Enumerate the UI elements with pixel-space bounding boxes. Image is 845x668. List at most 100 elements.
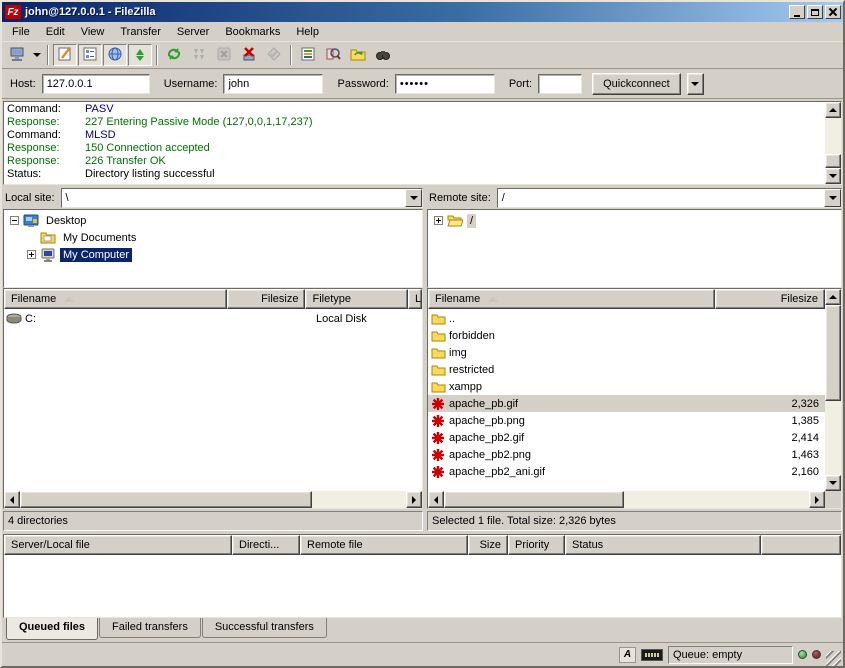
port-input[interactable] [538, 74, 582, 94]
file-row[interactable]: apache_pb2_ani.gif2,160 [428, 463, 825, 480]
column-header-direction[interactable]: Directi... [232, 535, 300, 555]
column-label: Filename [11, 293, 56, 305]
column-header-filetype[interactable]: Filetype [305, 289, 408, 309]
column-header-filename[interactable]: Filename [428, 289, 715, 309]
menu-server[interactable]: Server [169, 24, 217, 40]
menu-transfer[interactable]: Transfer [112, 24, 169, 40]
file-row[interactable]: apache_pb2.gif2,414 [428, 429, 825, 446]
ascii-data-type-icon[interactable]: A [619, 647, 636, 663]
remote-tree[interactable]: / [427, 209, 842, 288]
site-manager-dropdown-button[interactable] [30, 44, 43, 66]
column-header-last-modified[interactable]: L [408, 289, 422, 309]
local-file-list: Filename Filesize Filetype L C: Local Di… [3, 288, 423, 509]
log-vertical-scrollbar[interactable] [825, 102, 841, 184]
scroll-left-button[interactable] [4, 491, 20, 508]
refresh-button[interactable] [162, 44, 186, 66]
menu-view[interactable]: View [73, 24, 113, 40]
column-header-filename[interactable]: Filename [4, 289, 227, 309]
password-input[interactable]: •••••• [395, 74, 495, 94]
site-manager-button[interactable] [5, 44, 29, 66]
remote-horizontal-scrollbar[interactable] [428, 491, 825, 508]
remote-site-combo[interactable]: / [497, 188, 842, 208]
tree-item-my-computer[interactable]: My Computer [6, 246, 422, 263]
log-label: Response: [7, 155, 85, 168]
tab-queued-files[interactable]: Queued files [6, 618, 98, 640]
file-row[interactable]: restricted [428, 361, 825, 378]
directory-filter-icon [300, 46, 316, 65]
cancel-button[interactable] [212, 44, 236, 66]
column-header-priority[interactable]: Priority [508, 535, 565, 555]
menu-help[interactable]: Help [288, 24, 327, 40]
message-log-icon [57, 46, 73, 65]
host-input[interactable]: 127.0.0.1 [42, 74, 150, 94]
menu-edit[interactable]: Edit [38, 24, 73, 40]
column-header-filesize[interactable]: Filesize [227, 289, 306, 309]
tree-item-my-documents[interactable]: My Documents [6, 229, 422, 246]
scroll-down-button[interactable] [825, 475, 841, 491]
scrollbar-thumb[interactable] [444, 491, 624, 508]
file-row[interactable]: xampp [428, 378, 825, 395]
file-row[interactable]: apache_pb2.png1,463 [428, 446, 825, 463]
scroll-up-button[interactable] [825, 289, 841, 305]
title-bar[interactable]: Fz john@127.0.0.1 - FileZilla [2, 2, 843, 22]
file-row[interactable]: .. [428, 310, 825, 327]
column-header-server-local-file[interactable]: Server/Local file [4, 535, 232, 555]
scrollbar-thumb[interactable] [20, 491, 312, 508]
resize-grip[interactable] [826, 651, 841, 666]
minimize-button[interactable] [789, 5, 805, 19]
toggle-queue-view-button[interactable] [128, 44, 152, 66]
reconnect-button[interactable] [262, 44, 286, 66]
column-header-status[interactable]: Status [565, 535, 761, 555]
tab-failed-transfers[interactable]: Failed transfers [99, 618, 201, 638]
process-queue-button[interactable] [187, 44, 211, 66]
scroll-down-button[interactable] [825, 168, 841, 184]
collapse-icon[interactable] [10, 216, 19, 225]
scroll-up-button[interactable] [825, 102, 841, 118]
combo-dropdown-button[interactable] [405, 189, 422, 207]
username-input[interactable]: john [223, 74, 323, 94]
scroll-right-button[interactable] [809, 491, 825, 508]
arrow-left-icon [434, 496, 438, 504]
speedlimit-indicator-icon[interactable] [641, 649, 663, 661]
file-row[interactable]: forbidden [428, 327, 825, 344]
disconnect-button[interactable] [237, 44, 261, 66]
expand-icon[interactable] [434, 216, 443, 225]
column-header-filesize[interactable]: Filesize [715, 289, 825, 309]
toggle-remote-treeview-button[interactable] [103, 44, 127, 66]
remote-vertical-scrollbar[interactable] [825, 289, 841, 491]
scroll-left-button[interactable] [428, 491, 444, 508]
tab-successful-transfers[interactable]: Successful transfers [202, 618, 327, 638]
menu-file[interactable]: File [4, 24, 38, 40]
local-site-combo[interactable]: \ [61, 188, 423, 208]
menu-bookmarks[interactable]: Bookmarks [217, 24, 288, 40]
maximize-button[interactable] [807, 5, 823, 19]
synchronized-browsing-button[interactable] [346, 44, 370, 66]
expand-icon[interactable] [27, 250, 36, 259]
file-row[interactable]: C: Local Disk [4, 310, 422, 327]
scroll-right-button[interactable] [406, 491, 422, 508]
scrollbar-thumb[interactable] [825, 154, 841, 168]
quickconnect-dropdown-button[interactable] [687, 73, 704, 95]
close-button[interactable] [825, 5, 841, 19]
queue-list-empty[interactable] [4, 555, 841, 617]
combo-dropdown-button[interactable] [824, 189, 841, 207]
find-files-button[interactable] [371, 44, 395, 66]
quickconnect-button[interactable]: Quickconnect [592, 73, 681, 95]
file-row[interactable]: img [428, 344, 825, 361]
tree-item-desktop[interactable]: Desktop [6, 212, 422, 229]
column-header-size[interactable]: Size [468, 535, 508, 555]
directory-comparison-button[interactable] [321, 44, 345, 66]
column-header-remote-file[interactable]: Remote file [300, 535, 468, 555]
local-horizontal-scrollbar[interactable] [4, 491, 422, 508]
file-row[interactable]: apache_pb.png1,385 [428, 412, 825, 429]
tab-label: Queued files [19, 621, 85, 633]
local-tree[interactable]: Desktop My Documents My Computer [3, 209, 423, 288]
column-label: Status [572, 539, 603, 551]
file-row-selected[interactable]: apache_pb.gif2,326 [428, 395, 825, 412]
tree-item-root[interactable]: / [430, 212, 841, 229]
scrollbar-thumb[interactable] [825, 305, 841, 401]
directory-filter-button[interactable] [296, 44, 320, 66]
toggle-local-treeview-button[interactable] [78, 44, 102, 66]
toggle-message-log-button[interactable] [53, 44, 77, 66]
file-list-panes: Filename Filesize Filetype L C: Local Di… [2, 288, 843, 531]
